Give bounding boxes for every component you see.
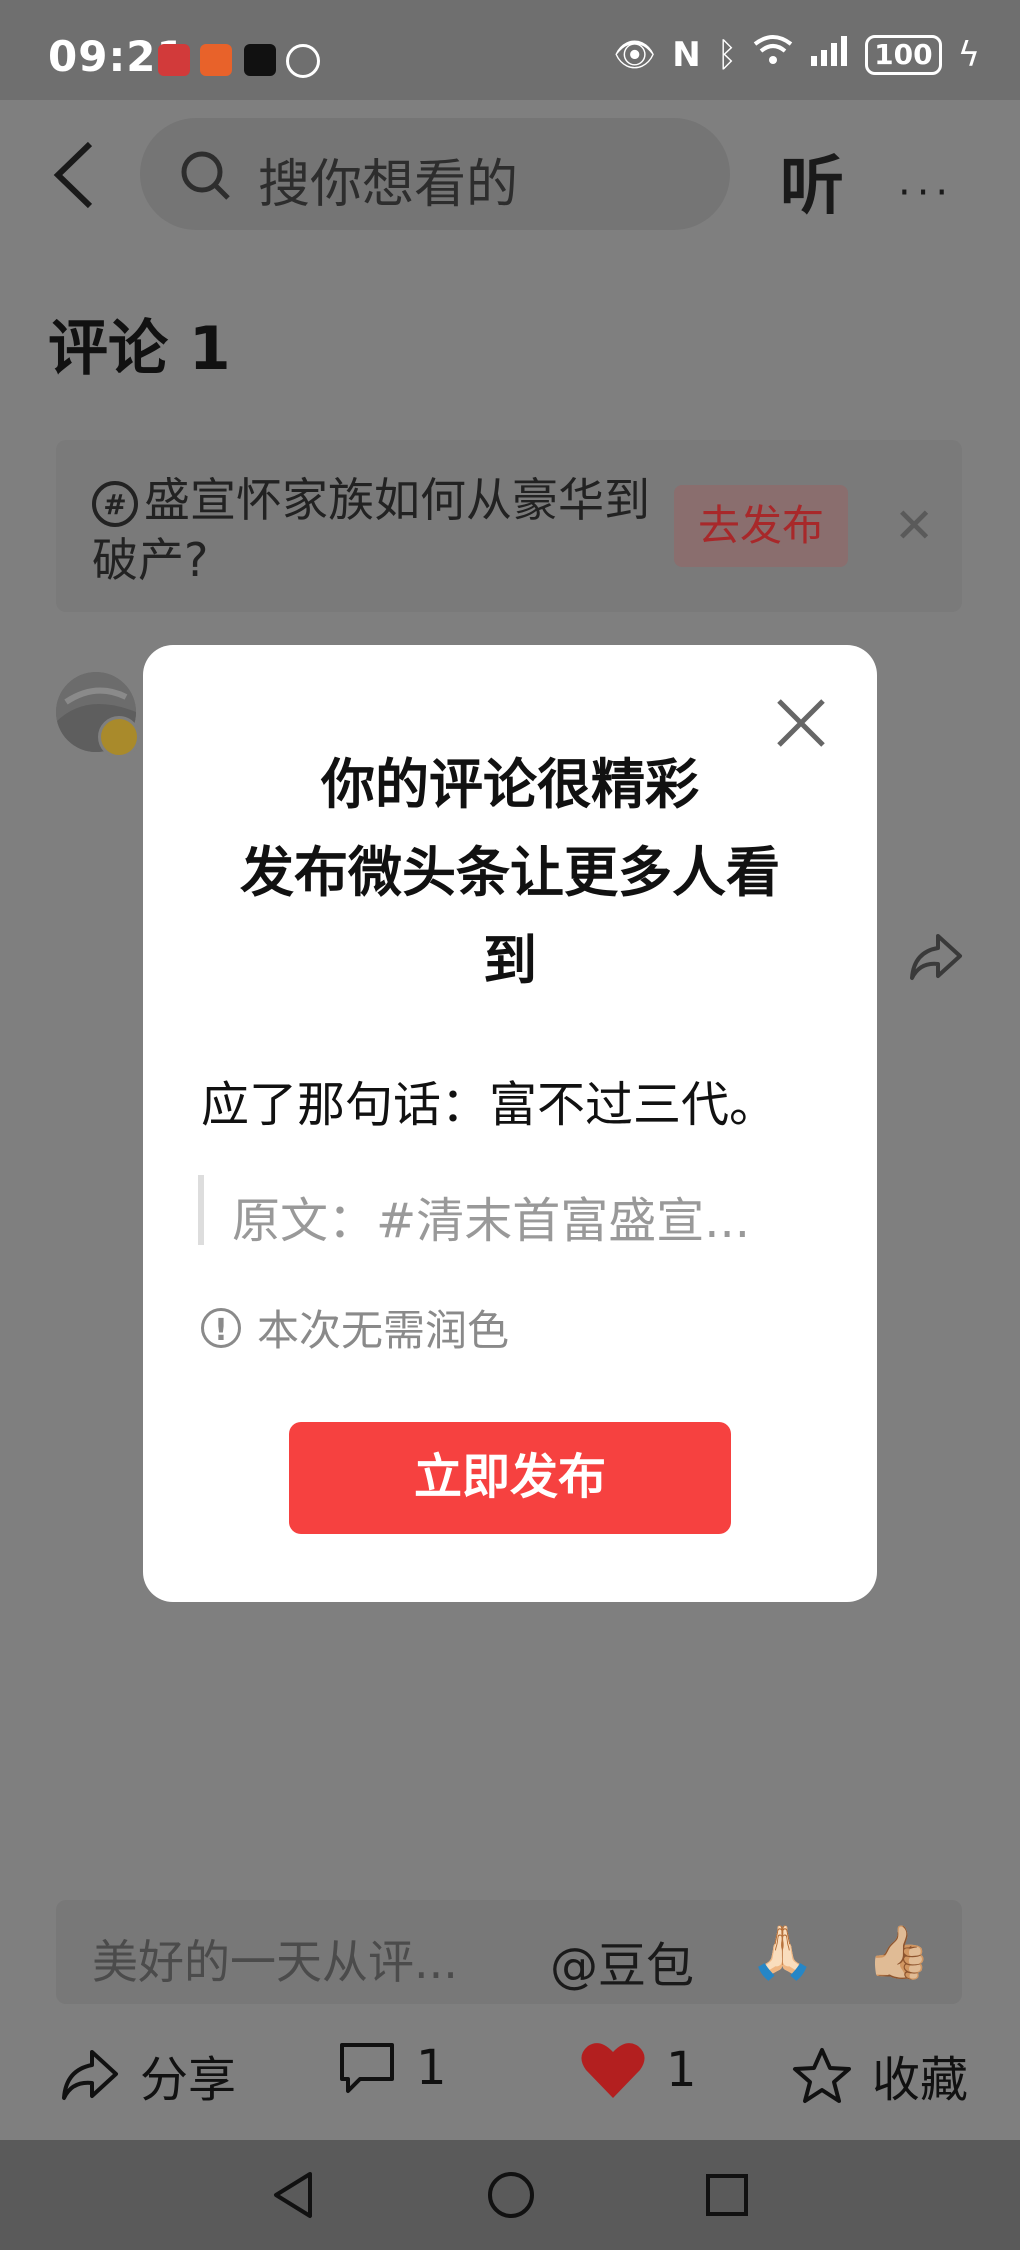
charging-icon: ϟ: [957, 34, 980, 75]
comment-input-bar[interactable]: 美好的一天从评... @豆包 🙏🏻 👍🏼: [56, 1900, 962, 2004]
app-notification-icon-2: [286, 44, 320, 78]
comment-share-icon[interactable]: [908, 932, 964, 982]
action-bar: 分享 1 1 收藏: [0, 2020, 1020, 2140]
comment-button[interactable]: 1: [338, 2040, 447, 2096]
comment-text: 应了那句话：富不过三代。: [201, 1077, 778, 1133]
nav-recents-icon[interactable]: [704, 2172, 750, 2222]
level-badge-icon: [98, 716, 140, 758]
hashtag-bubble-icon: #: [92, 480, 138, 527]
mention-doubao-button[interactable]: @豆包: [550, 1926, 694, 1996]
comment-input-placeholder: 美好的一天从评...: [92, 1935, 458, 1989]
topic-text: # 盛宣怀家族如何从豪华到破产?: [92, 473, 650, 587]
more-options-button[interactable]: ···: [898, 170, 954, 216]
comment-icon: [340, 2043, 394, 2093]
topic-publish-button[interactable]: 去发布: [674, 485, 848, 567]
polish-note: ! 本次无需润色: [201, 1297, 509, 1358]
listen-button[interactable]: 听: [780, 135, 844, 227]
toutiao-app-icon: [158, 44, 190, 76]
comments-title: 评论 1: [48, 314, 231, 384]
status-icons: 👁 N ᛒ 100 ϟ: [613, 34, 980, 75]
like-count: 1: [666, 2042, 697, 2098]
pray-emoji-button[interactable]: 🙏🏻: [750, 1922, 815, 1983]
original-quote-text: 原文：#清末首富盛宣...: [232, 1193, 750, 1249]
like-button[interactable]: 1: [580, 2040, 697, 2100]
publish-now-button[interactable]: 立即发布: [289, 1422, 731, 1534]
topic-banner: # 盛宣怀家族如何从豪华到破产? 去发布 ✕: [56, 440, 962, 612]
info-icon: !: [201, 1307, 241, 1348]
share-button[interactable]: 分享: [60, 2040, 236, 2110]
eye-icon: 👁: [613, 34, 657, 75]
bluetooth-icon: ᛒ: [716, 34, 738, 75]
search-bar[interactable]: 搜你想看的: [140, 118, 730, 230]
topic-close-icon[interactable]: ✕: [894, 498, 934, 554]
original-quote: 原文：#清末首富盛宣...: [198, 1175, 784, 1249]
system-nav-bar: [0, 2140, 1020, 2250]
search-icon: [180, 150, 232, 202]
nav-back-icon[interactable]: [270, 2170, 316, 2224]
favorite-label: 收藏: [872, 2052, 969, 2108]
signal-icon: [809, 34, 849, 75]
status-bar: 09:21 👁 N ᛒ 100 ϟ: [0, 0, 1020, 100]
tiktok-app-icon: [244, 44, 276, 76]
publish-dialog: 你的评论很精彩 发布微头条让更多人看 到 应了那句话：富不过三代。 原文：#清末…: [143, 645, 877, 1602]
app-notification-icon: [200, 44, 232, 76]
nfc-icon: N: [672, 34, 701, 75]
wifi-icon: [753, 34, 793, 75]
dialog-title: 你的评论很精彩 发布微头条让更多人看 到: [240, 753, 780, 992]
share-icon: [62, 2050, 118, 2100]
favorite-button[interactable]: 收藏: [792, 2040, 968, 2110]
thumbs-up-emoji-button[interactable]: 👍🏼: [866, 1922, 931, 1983]
search-placeholder: 搜你想看的: [258, 155, 519, 215]
star-icon: [793, 2048, 851, 2103]
comment-count: 1: [416, 2040, 447, 2096]
polish-note-text: 本次无需润色: [257, 1306, 510, 1355]
share-label: 分享: [140, 2052, 237, 2108]
battery-indicator: 100: [865, 34, 942, 75]
heart-icon: [581, 2043, 645, 2098]
back-icon[interactable]: [48, 140, 108, 210]
nav-home-icon[interactable]: [486, 2170, 536, 2224]
